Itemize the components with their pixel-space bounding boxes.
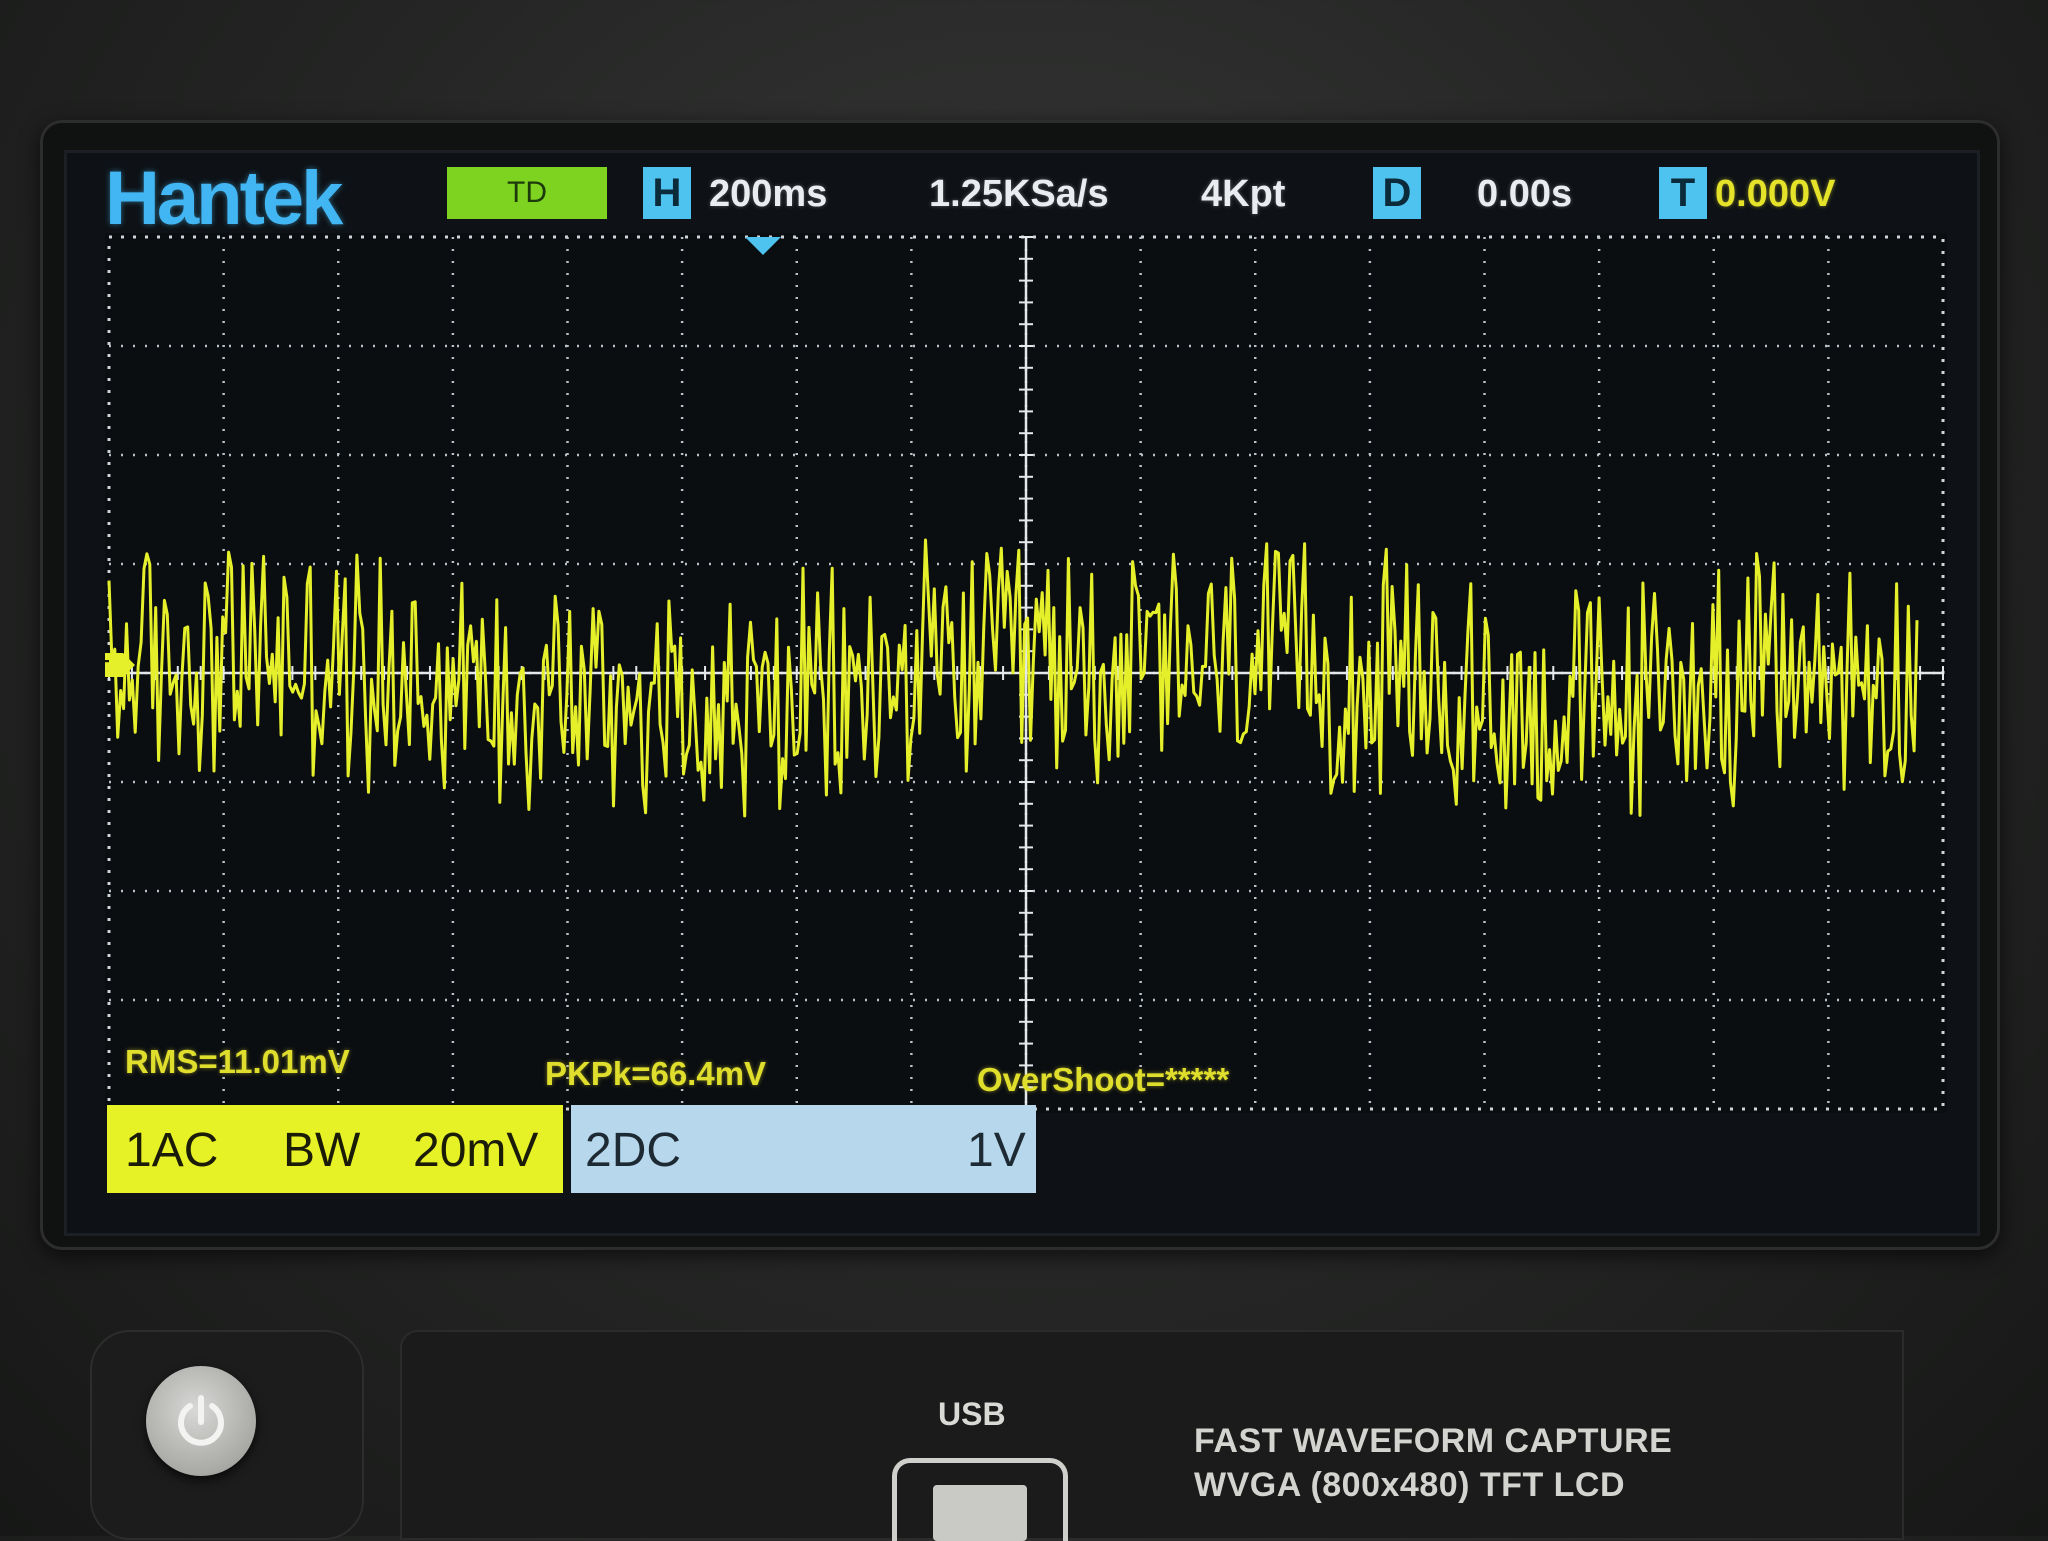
rms-measurement: RMS=11.01mV — [125, 1043, 350, 1080]
overshoot-measurement: OverShoot=***** — [977, 1061, 1230, 1098]
front-panel — [400, 1330, 1904, 1540]
power-button[interactable] — [146, 1366, 256, 1476]
channel1-info[interactable]: 1AC BW 20mV — [107, 1105, 563, 1193]
timebase-value: 200ms — [709, 173, 828, 215]
brand-logo: Hantek — [105, 156, 343, 241]
pkpk-measurement: PKPk=66.4mV — [545, 1055, 767, 1092]
horizontal-tag: H — [643, 167, 691, 219]
waveform-svg: T — [105, 235, 1945, 1111]
feature-line-2: WVGA (800x480) TFT LCD — [1194, 1466, 1626, 1504]
channel1-trace — [107, 538, 1919, 818]
channel1-scale: 20mV — [413, 1124, 539, 1177]
status-bar: Hantek TD H 200ms 1.25KSa/s 4Kpt D 0.00s… — [67, 153, 1977, 241]
acquisition-mode-badge: TD — [447, 167, 607, 219]
waveform-display: T RMS=11.01mV PKPk=66.4mV OverShoot=****… — [105, 233, 1947, 1113]
trigger-tag: T — [1659, 167, 1707, 219]
channel1-coupling: 1AC — [125, 1124, 219, 1177]
center-axes — [108, 236, 1944, 1110]
trigger-position-marker[interactable] — [745, 237, 781, 255]
oscilloscope-screen: Hantek TD H 200ms 1.25KSa/s 4Kpt D 0.00s… — [64, 150, 1980, 1236]
trigger-level-value: 0.000V — [1715, 173, 1836, 215]
usb-label: USB — [938, 1396, 1006, 1432]
power-button-well — [90, 1330, 364, 1540]
usb-slot-icon — [933, 1485, 1027, 1541]
power-icon — [178, 1395, 224, 1446]
channel1-bandwidth-limit: BW — [283, 1124, 361, 1177]
usb-port[interactable] — [892, 1458, 1068, 1541]
channel1-ground-marker-label: T — [105, 657, 109, 679]
delay-value: 0.00s — [1477, 173, 1573, 215]
memory-depth-value: 4Kpt — [1201, 173, 1286, 215]
delay-tag: D — [1373, 167, 1421, 219]
channel2-info[interactable]: 2DC 1V — [571, 1105, 1036, 1193]
channel2-scale: 1V — [967, 1124, 1026, 1177]
channel2-coupling: 2DC — [585, 1124, 682, 1177]
feature-line-1: FAST WAVEFORM CAPTURE — [1194, 1422, 1673, 1460]
sample-rate-value: 1.25KSa/s — [929, 173, 1109, 215]
